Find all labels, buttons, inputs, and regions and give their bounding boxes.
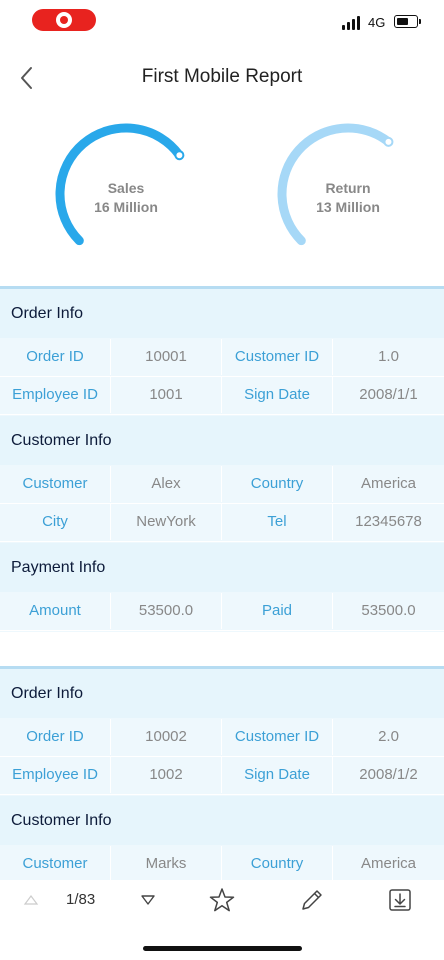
star-icon: [209, 888, 235, 912]
field-value: America: [360, 475, 416, 492]
field-value: 10002: [111, 719, 222, 755]
field-value: NewYork: [111, 504, 222, 540]
nav-header: First Mobile Report: [0, 54, 444, 102]
battery-icon: [394, 15, 421, 28]
customer-info-fields: Customer Alex Country America City NewYo…: [0, 465, 444, 543]
next-page-icon: [141, 895, 155, 905]
field-value: 1001: [111, 377, 222, 413]
field-label: Customer: [0, 846, 111, 880]
field-value: 1002: [111, 757, 222, 793]
signal-icon: [342, 16, 362, 30]
field-label: Order ID: [0, 339, 111, 375]
field-value: 10001: [111, 339, 222, 375]
table-row: Customer Marks Country America: [0, 846, 444, 880]
order-info-fields: Order ID 10001 Customer ID 1.0 Employee …: [0, 338, 444, 416]
gauges-panel: Sales 16 Million Return 13 Million: [0, 112, 444, 282]
gauge-sales-label: Sales: [107, 180, 145, 196]
section-order-info: Order Info: [0, 669, 444, 718]
prev-page-icon: [23, 895, 39, 905]
prev-page-button[interactable]: [20, 886, 42, 914]
table-row: City NewYork Tel 12345678: [0, 504, 444, 542]
field-value: 2.0: [378, 728, 399, 745]
field-value: America: [360, 855, 416, 872]
customer-info-fields: Customer Marks Country America: [0, 845, 444, 880]
home-indicator: [143, 946, 302, 951]
page-indicator: 1/83: [66, 891, 96, 908]
field-value: Alex: [111, 466, 222, 502]
field-label: Country: [222, 466, 333, 502]
gauge-return-label: Return: [325, 180, 371, 196]
table-row: Employee ID 1002 Sign Date 2008/1/2: [0, 757, 444, 795]
favorite-button[interactable]: [208, 886, 236, 914]
field-value: 53500.0: [111, 593, 222, 629]
section-customer-info: Customer Info: [0, 416, 444, 465]
next-page-button[interactable]: [137, 886, 159, 914]
section-payment-info: Payment Info: [0, 543, 444, 592]
download-button[interactable]: [386, 886, 414, 914]
table-row: Customer Alex Country America: [0, 466, 444, 504]
gauge-knob: [174, 150, 185, 161]
field-value: 2008/1/1: [359, 386, 418, 403]
table-row: Order ID 10002 Customer ID 2.0: [0, 719, 444, 757]
field-label: City: [0, 504, 111, 540]
edit-button[interactable]: [298, 886, 326, 914]
field-label: Tel: [222, 504, 333, 540]
field-label: Employee ID: [0, 757, 111, 793]
field-value: 12345678: [355, 513, 422, 530]
payment-info-fields: Amount 53500.0 Paid 53500.0: [0, 592, 444, 632]
field-label: Customer ID: [222, 719, 333, 755]
table-row: Amount 53500.0 Paid 53500.0: [0, 593, 444, 631]
record-gap: [0, 632, 444, 666]
field-label: Paid: [222, 593, 333, 629]
field-label: Sign Date: [222, 757, 333, 793]
field-label: Customer ID: [222, 339, 333, 375]
field-label: Customer: [0, 466, 111, 502]
screen-recording-indicator[interactable]: [32, 9, 96, 31]
field-value: Marks: [111, 846, 222, 880]
gauge-return-value: 13 Million: [316, 199, 380, 215]
field-value: 1.0: [378, 348, 399, 365]
field-value: 53500.0: [361, 602, 416, 619]
report-list[interactable]: Order Info Order ID 10001 Customer ID 1.…: [0, 286, 444, 880]
order-info-fields: Order ID 10002 Customer ID 2.0 Employee …: [0, 718, 444, 796]
field-label: Order ID: [0, 719, 111, 755]
download-icon: [389, 889, 411, 911]
gauge-return: Return 13 Million: [258, 112, 438, 262]
record-icon: [56, 12, 72, 28]
gauge-sales-value: 16 Million: [94, 199, 158, 215]
field-label: Country: [222, 846, 333, 880]
field-label: Employee ID: [0, 377, 111, 413]
table-row: Employee ID 1001 Sign Date 2008/1/1: [0, 377, 444, 415]
pencil-icon: [302, 890, 322, 910]
field-label: Amount: [0, 593, 111, 629]
bottom-toolbar: 1/83: [0, 880, 444, 920]
section-customer-info: Customer Info: [0, 796, 444, 845]
gauge-knob: [383, 136, 394, 147]
page-title: First Mobile Report: [141, 66, 303, 87]
field-label: Sign Date: [222, 377, 333, 413]
field-value: 2008/1/2: [359, 766, 418, 783]
gauge-sales: Sales 16 Million: [36, 112, 216, 262]
status-bar: 4G: [0, 0, 444, 44]
network-type: 4G: [368, 15, 386, 30]
table-row: Order ID 10001 Customer ID 1.0: [0, 339, 444, 377]
section-order-info: Order Info: [0, 289, 444, 338]
